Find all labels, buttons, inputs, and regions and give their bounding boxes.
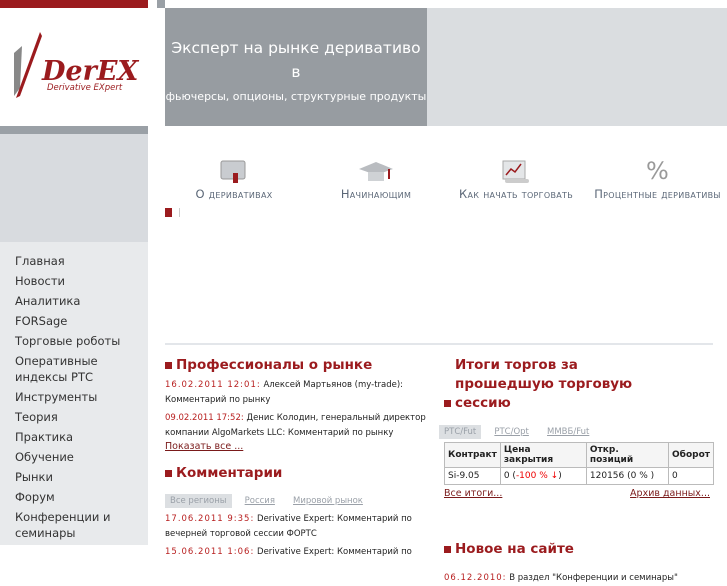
category-label: О деривативах xyxy=(195,187,273,201)
tab-world[interactable]: Мировой рынок xyxy=(288,494,368,508)
nav-news[interactable]: Новости xyxy=(0,273,140,289)
pros-section: Профессионалы о рынке 16.02.2011 12:01: … xyxy=(165,356,427,560)
cell-oi: 120156 (0 % ) xyxy=(585,467,670,485)
results-section: Итоги торгов за прошедшую торговую сесси… xyxy=(439,356,714,586)
nav-education[interactable]: Обучение xyxy=(0,449,140,465)
nav-home[interactable]: Главная xyxy=(0,253,140,269)
graduation-cap-icon xyxy=(330,155,422,185)
header-right-panel xyxy=(427,8,727,126)
banner-title: Эксперт на рынке деривативо в xyxy=(171,39,421,81)
nav-analytics[interactable]: Аналитика xyxy=(0,293,140,309)
list-item[interactable]: 06.12.2010: В раздел "Конференции и семи… xyxy=(444,571,714,586)
nav-markets[interactable]: Рынки xyxy=(0,469,140,485)
tab-micex-fut[interactable]: ММВБ/Fut xyxy=(542,425,594,439)
section-title: Новое на сайте xyxy=(444,540,714,559)
nav-forsage[interactable]: FORSage xyxy=(0,313,140,329)
show-all-link[interactable]: Показать все ... xyxy=(165,441,427,452)
section-title: Итоги торгов за прошедшую торговую сесси… xyxy=(444,356,714,413)
nav-theory[interactable]: Теория xyxy=(0,409,140,425)
list-item[interactable]: 16.02.2011 12:01: Алексей Мартьянов (my-… xyxy=(165,378,427,408)
category-derivatives[interactable]: О деривативах xyxy=(188,155,280,201)
section-title: Комментарии xyxy=(165,464,427,483)
market-tabs: РТС/Fut РТС/Opt ММВБ/Fut xyxy=(439,419,714,439)
category-interest-derivatives[interactable]: % Процентные деривативы xyxy=(588,155,727,201)
top-accent-bar xyxy=(0,0,148,8)
table-row[interactable]: Si-9.05 0 (-100 % ↓) 120156 (0 % ) 0 xyxy=(444,467,714,485)
cell-contract: Si-9.05 xyxy=(444,467,501,485)
logo[interactable]: DerEX Derivative EXpert xyxy=(0,8,148,126)
header-square xyxy=(157,0,165,8)
nav-forum[interactable]: Форум xyxy=(0,489,140,505)
category-beginners[interactable]: Начинающим xyxy=(330,155,422,201)
banner-subtitle: фьючерсы, опционы, структурные продукты xyxy=(165,90,427,103)
all-results-link[interactable]: Все итоги... xyxy=(444,488,502,499)
book-icon xyxy=(188,155,280,185)
list-item[interactable]: 15.06.2011 1:06: Derivative Expert: Комм… xyxy=(165,545,427,560)
col-contract: Контракт xyxy=(444,442,501,468)
category-label: Процентные деривативы xyxy=(594,187,721,201)
section-title: Профессионалы о рынке xyxy=(165,356,427,375)
header-banner: Эксперт на рынке деривативо в фьючерсы, … xyxy=(165,8,427,126)
results-table: Контракт Цена закрытия Откр. позиций Обо… xyxy=(444,442,714,485)
nav-conferences[interactable]: Конференции и семинары xyxy=(0,509,140,541)
nav-instruments[interactable]: Инструменты xyxy=(0,389,140,405)
cell-turnover: 0 xyxy=(668,467,714,485)
percent-icon: % xyxy=(645,157,670,185)
separator xyxy=(179,208,180,217)
tab-rts-opt[interactable]: РТС/Opt xyxy=(489,425,534,439)
category-how-to-trade[interactable]: Как начать торговать xyxy=(455,155,577,201)
chart-icon xyxy=(455,155,577,185)
left-grey-bar xyxy=(0,126,148,134)
category-label: Как начать торговать xyxy=(459,187,573,201)
nav-rts-indexes[interactable]: Оперативные индексы РТС xyxy=(0,353,140,385)
svg-text:Derivative EXpert: Derivative EXpert xyxy=(47,83,123,93)
derex-logo-icon: DerEX Derivative EXpert xyxy=(14,32,139,98)
col-turnover: Оборот xyxy=(668,442,714,468)
col-close: Цена закрытия xyxy=(499,442,587,468)
table-header-row: Контракт Цена закрытия Откр. позиций Обо… xyxy=(444,442,714,468)
list-item[interactable]: 09.02.2011 17:52: Денис Колодин, генерал… xyxy=(165,411,427,441)
nav-practice[interactable]: Практика xyxy=(0,429,140,445)
archive-link[interactable]: Архив данных... xyxy=(630,488,710,499)
list-item[interactable]: 17.06.2011 9:35: Derivative Expert: Комм… xyxy=(165,512,427,542)
category-label: Начинающим xyxy=(340,187,412,201)
bullet-marker xyxy=(165,208,172,217)
tab-rts-fut[interactable]: РТС/Fut xyxy=(439,425,482,439)
divider xyxy=(165,343,713,345)
col-open-interest: Откр. позиций xyxy=(585,442,670,468)
tab-russia[interactable]: Россия xyxy=(240,494,280,508)
tab-all-regions[interactable]: Все регионы xyxy=(165,494,232,508)
region-tabs: Все регионы Россия Мировой рынок xyxy=(165,488,427,508)
cell-close: 0 (-100 % ↓) xyxy=(499,467,587,485)
sidebar-nav: Главная Новости Аналитика FORSage Торгов… xyxy=(0,242,148,545)
left-panel xyxy=(0,134,148,242)
nav-trading-robots[interactable]: Торговые роботы xyxy=(0,333,140,349)
